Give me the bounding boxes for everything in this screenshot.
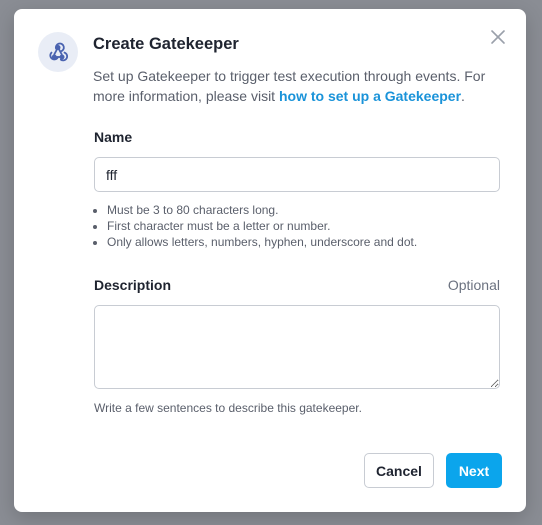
setup-gatekeeper-link[interactable]: how to set up a Gatekeeper: [279, 88, 461, 104]
description-label: Description: [94, 277, 172, 293]
dialog-subtitle: Set up Gatekeeper to trigger test execut…: [93, 66, 503, 106]
close-icon: [491, 30, 505, 44]
name-hints: Must be 3 to 80 characters long. First c…: [94, 202, 417, 250]
name-label: Name: [94, 129, 133, 145]
optional-label: Optional: [447, 277, 500, 293]
header-icon-badge: [38, 32, 78, 72]
description-textarea[interactable]: [94, 305, 500, 389]
name-input[interactable]: [94, 157, 500, 192]
next-button[interactable]: Next: [446, 453, 502, 488]
hint-length: Must be 3 to 80 characters long.: [107, 202, 417, 218]
create-gatekeeper-dialog: Create Gatekeeper Set up Gatekeeper to t…: [14, 9, 526, 512]
dialog-title: Create Gatekeeper: [93, 35, 239, 53]
subtitle-period: .: [461, 88, 465, 104]
webhook-icon: [49, 42, 69, 62]
hint-allowed-characters: Only allows letters, numbers, hyphen, un…: [107, 234, 417, 250]
hint-first-character: First character must be a letter or numb…: [107, 218, 417, 234]
description-helper-text: Write a few sentences to describe this g…: [94, 401, 362, 415]
close-button[interactable]: [488, 27, 508, 47]
cancel-button[interactable]: Cancel: [364, 453, 434, 488]
